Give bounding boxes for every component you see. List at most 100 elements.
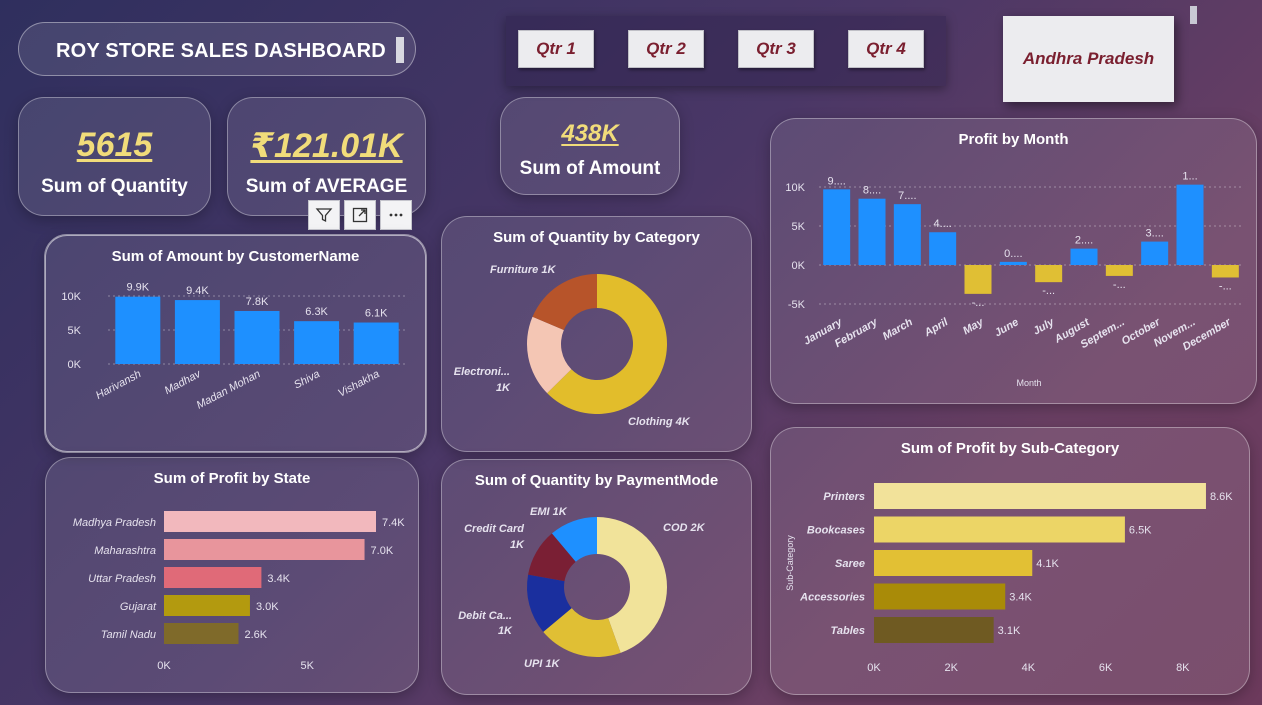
visual-toolbar	[308, 200, 412, 232]
category-slice-label: 1K	[496, 382, 511, 394]
customer-bar-label: 6.3K	[305, 306, 328, 318]
state-bar-label: 2.6K	[244, 629, 267, 641]
month-bar	[999, 261, 1027, 265]
subcat-bar	[874, 516, 1125, 543]
focus-mode-icon[interactable]	[344, 200, 376, 230]
customer-bar	[174, 300, 220, 364]
month-bar-label: 8....	[863, 185, 881, 197]
customer-amount-chart: 0K 5K 10K 9.9K Harivansh 9.4K Madhav 7.8K Madan …	[61, 282, 406, 412]
month-bar-label: -...	[1219, 280, 1232, 292]
kpi-average-label: Sum of AVERAGE	[245, 176, 408, 197]
payment-mode-chart: COD 2K UPI 1K Debit Ca... 1K Credit Card 1K EM…	[458, 506, 706, 670]
month-bar	[1035, 265, 1063, 283]
state-bar	[164, 595, 250, 616]
subcat-bar	[874, 617, 994, 643]
subcat-xtick: 2K	[944, 662, 958, 674]
month-bar-label: 7....	[898, 190, 916, 202]
payment-slice-label: Debit Ca...	[458, 610, 512, 622]
month-bar	[1176, 184, 1204, 265]
kpi-amount-value: 438K	[561, 120, 619, 147]
month-bar	[1105, 265, 1133, 276]
category-quantity-chart: Clothing 4K Electroni... 1K Furniture 1K	[454, 264, 691, 428]
qtr4-button[interactable]: Qtr 4	[848, 30, 924, 68]
customer-bar	[234, 310, 280, 364]
filter-icon[interactable]	[308, 200, 340, 230]
state-ytick: Tamil Nadu	[101, 629, 156, 641]
state-slicer-selected[interactable]: Andhra Pradesh	[1003, 16, 1174, 102]
month-bar	[1141, 241, 1169, 265]
month-bar-label: 0....	[1004, 248, 1022, 260]
qtr3-button[interactable]: Qtr 3	[738, 30, 814, 68]
subcat-bar	[874, 483, 1206, 509]
more-options-icon[interactable]	[380, 200, 412, 230]
subcat-ytick: Tables	[831, 625, 865, 637]
month-xtick: May	[961, 316, 986, 338]
customer-bar	[294, 321, 340, 364]
month-xtick: March	[881, 316, 915, 343]
subcategory-profit-chart: Printers 8.6K Bookcases 6.5K Saree 4.1K Access…	[785, 483, 1233, 674]
category-slice-label: Clothing 4K	[628, 416, 691, 428]
month-bar-label: 3....	[1145, 228, 1163, 240]
customer-bar-label: 6.1K	[365, 308, 388, 320]
customer-xtick: Madan Mohan	[195, 368, 263, 412]
month-bar	[1070, 248, 1098, 265]
customer-bar-label: 9.4K	[186, 285, 209, 297]
state-bar-label: 7.4K	[382, 517, 405, 529]
subcat-xtick: 0K	[867, 662, 881, 674]
month-bar	[929, 232, 957, 265]
month-bar	[893, 204, 921, 265]
month-bar	[1211, 265, 1239, 278]
qtr1-button[interactable]: Qtr 1	[518, 30, 594, 68]
subcat-ytick: Printers	[823, 491, 865, 503]
slicer-scrollbar[interactable]	[1190, 6, 1197, 24]
category-quantity-chart-panel[interactable]: Sum of Quantity by Category Clothing 4K E…	[441, 216, 752, 452]
month-bar	[823, 189, 851, 265]
state-bar	[164, 623, 239, 644]
customer-bar	[115, 296, 161, 364]
month-bar	[964, 265, 992, 294]
qtr2-button[interactable]: Qtr 2	[628, 30, 704, 68]
state-xtick: 5K	[301, 660, 315, 672]
payment-slice-label: EMI 1K	[530, 506, 568, 518]
customer-ytick: 10K	[61, 291, 81, 303]
state-bar	[164, 511, 376, 532]
profit-by-month-chart: -5K0K5K10K9....January8....February7....…	[785, 171, 1243, 388]
customer-amount-chart-panel[interactable]: Sum of Amount by CustomerName 0K 5K 10K 9.9…	[44, 234, 427, 453]
kpi-amount-label: Sum of Amount	[519, 158, 661, 179]
kpi-amount-card: 438K Sum of Amount	[500, 97, 680, 195]
state-bar	[164, 567, 262, 588]
subcat-ytick: Accessories	[799, 592, 865, 604]
state-ytick: Maharashtra	[94, 545, 156, 557]
subcat-ytick: Bookcases	[807, 525, 865, 537]
state-profit-chart-panel[interactable]: Sum of Profit by State Madhya Pradesh 7.4…	[45, 457, 419, 693]
month-bar-label: 1...	[1182, 171, 1197, 183]
kpi-average-value: ₹121.01K	[250, 127, 403, 165]
month-ytick: 10K	[785, 182, 805, 194]
payment-slice-label: Credit Card	[464, 523, 524, 535]
state-bar-label: 3.4K	[267, 573, 290, 585]
month-xtick: June	[993, 316, 1021, 339]
month-xtick: April	[922, 316, 951, 340]
month-bar-label: 4....	[933, 218, 951, 230]
month-bar-label: -...	[1042, 285, 1055, 297]
customer-xtick: Vishakha	[336, 368, 381, 400]
kpi-average-card: ₹121.01K Sum of AVERAGE	[227, 97, 426, 216]
subcategory-profit-chart-panel[interactable]: Sum of Profit by Sub-Category Printers 8.…	[770, 427, 1250, 695]
subcat-ytick: Saree	[835, 558, 865, 570]
subcat-yaxis-title: Sub-Category	[785, 535, 795, 591]
month-bar-label: -...	[1113, 279, 1126, 291]
payment-mode-chart-panel[interactable]: Sum of Quantity by PaymentMode COD 2K UPI…	[441, 459, 752, 695]
payment-slice-label: COD 2K	[663, 522, 706, 534]
subcat-bar-label: 3.1K	[998, 625, 1021, 637]
kpi-quantity-value: 5615	[76, 126, 153, 164]
kpi-quantity-label: Sum of Quantity	[41, 176, 188, 197]
profit-by-month-chart-panel[interactable]: Profit by Month -5K 0K 5K 10K 9.... January 8.…	[770, 118, 1257, 404]
state-profit-chart: Madhya Pradesh 7.4K Maharashtra 7.0K Uttar P…	[73, 511, 405, 672]
category-slice-label: Furniture 1K	[490, 264, 556, 276]
quarter-slicer: Qtr 1 Qtr 2 Qtr 3 Qtr 4	[506, 16, 946, 86]
month-bar	[858, 198, 886, 265]
month-bar-label: 9....	[827, 175, 845, 187]
category-slice-label: Electroni...	[454, 366, 510, 378]
month-ytick: 5K	[792, 221, 806, 233]
payment-slice-label: UPI 1K	[524, 658, 561, 670]
